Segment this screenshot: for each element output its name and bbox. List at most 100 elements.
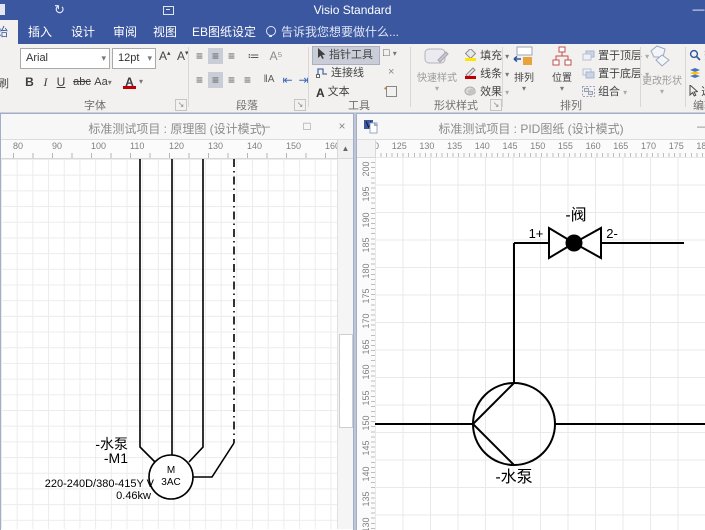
ruler-number: 90 (52, 141, 62, 151)
arrange-button[interactable]: 排列 ▾ (506, 46, 542, 93)
layers-button[interactable]: 图层 (689, 65, 705, 81)
change-shape-icon (649, 61, 675, 72)
ruler-number: 200 (361, 157, 371, 181)
pid-window-titlebar[interactable]: V 标准测试项目 : PID图纸 (设计模式) — (357, 114, 705, 140)
ruler-number: 190 (361, 208, 371, 232)
ribbon-divider (410, 47, 411, 107)
close-x-icon[interactable]: × (388, 66, 394, 78)
align-center-icon[interactable]: ≡ (208, 72, 223, 88)
font-color-dropdown[interactable]: ▾ (139, 77, 143, 86)
font-color-button[interactable]: A (122, 73, 137, 91)
connector-tool-button[interactable]: 连接线 (312, 65, 378, 82)
chevron-down-icon[interactable] (101, 49, 106, 68)
paragraph-group-label: 段落 (192, 97, 302, 113)
bullet-list-icon[interactable]: ≔ (246, 48, 261, 64)
vertical-scrollbar[interactable] (337, 159, 353, 529)
decrease-indent-icon[interactable]: ⇤ (280, 72, 295, 88)
ruler-number: 140 (475, 141, 490, 151)
pid-canvas[interactable]: -阀 1+ 2- -水泵 (375, 157, 705, 530)
motor-spec-line2[interactable]: 0.46kw (116, 490, 151, 502)
pid-window-title: 标准测试项目 : PID图纸 (设计模式) (357, 120, 705, 137)
change-shape-button[interactable]: 更改形状 ▾ (641, 45, 683, 96)
scrollbar-thumb[interactable] (339, 334, 353, 428)
ruler-number: 180 (696, 141, 705, 151)
motor-spec-line1[interactable]: 220-240D/380-415Y V (45, 478, 155, 490)
bold-button[interactable]: B (22, 73, 37, 91)
arrange-icon (513, 58, 535, 69)
ruler-number: 150 (361, 411, 371, 435)
scrollbar-up-button[interactable]: ▲ (337, 140, 353, 159)
window-minimize-button[interactable]: — (695, 118, 705, 135)
valve-port-right: 2- (606, 226, 618, 241)
rectangle-tool-dropdown[interactable]: □ ▾ (383, 47, 397, 59)
align-left-icon[interactable]: ≡ (192, 72, 207, 88)
ruler-number: 130 (208, 141, 223, 151)
tell-me-box[interactable]: 告诉我您想要做什么... (266, 20, 399, 44)
tab-home[interactable]: 开始 (0, 20, 18, 44)
strikethrough-button[interactable]: abc (71, 73, 93, 91)
effects-icon (464, 85, 477, 97)
ruler-corner (357, 140, 376, 158)
chevron-down-icon[interactable] (147, 49, 152, 68)
position-button[interactable]: 位置 ▾ (544, 46, 580, 93)
valve-symbol[interactable]: -阀 1+ 2- (529, 206, 618, 258)
app-minimize-button[interactable]: — (692, 2, 705, 18)
group-icon (582, 86, 595, 97)
ruler-number: 100 (91, 141, 106, 151)
font-dialog-launcher-icon[interactable]: ↘ (175, 99, 187, 111)
window-pid: V 标准测试项目 : PID图纸 (设计模式) — 12012513013514… (356, 113, 705, 530)
tab-eb-sheet-settings[interactable]: EB图纸设定 (186, 20, 262, 44)
align-bottom-icon[interactable]: ≡ (224, 48, 239, 64)
change-case-button[interactable]: Aa (94, 73, 112, 91)
pointer-tool-button[interactable]: 指针工具 (312, 46, 380, 65)
shrink-font-button[interactable]: A▾ (177, 49, 189, 63)
align-top-icon[interactable]: ≡ (192, 48, 207, 64)
ruler-number: 160 (361, 360, 371, 384)
tools-group-label: 工具 (310, 97, 408, 113)
grow-font-button[interactable]: A▴ (159, 49, 171, 63)
align-right-icon[interactable]: ≡ (224, 72, 239, 88)
wire-l3[interactable] (189, 159, 203, 462)
quick-styles-button[interactable]: 快速样式 ▾ (414, 46, 460, 93)
justify-icon[interactable]: ≡ (240, 72, 255, 88)
pump-label: -水泵 (495, 468, 532, 486)
tab-insert[interactable]: 插入 (18, 20, 62, 44)
motor-symbol[interactable]: M 3AC (149, 455, 193, 499)
font-size-combo[interactable]: 12pt (112, 48, 156, 69)
tab-review[interactable]: 审阅 (104, 20, 146, 44)
align-middle-icon[interactable]: ≡ (208, 48, 223, 64)
shape-styles-dialog-launcher-icon[interactable]: ↘ (490, 99, 502, 111)
ruler-number: 135 (447, 141, 462, 151)
tell-me-label: 告诉我您想要做什么... (281, 25, 399, 39)
ruler-number: 140 (247, 141, 262, 151)
underline-button[interactable]: U (54, 73, 68, 91)
wire-pe[interactable] (193, 159, 234, 477)
app-titlebar: ↻ Visio Standard — (0, 0, 705, 20)
pump-symbol[interactable]: -水泵 (473, 383, 555, 486)
ruler-number: 150 (530, 141, 545, 151)
ruler-number: 175 (669, 141, 684, 151)
valve-label: -阀 (565, 206, 586, 224)
window-maximize-button[interactable]: □ (299, 118, 315, 135)
paragraph-dialog-launcher-icon[interactable]: ↘ (294, 99, 306, 111)
autonumber-icon[interactable]: A⁵ (266, 48, 286, 64)
find-button[interactable]: 查找 (689, 47, 705, 63)
wire-l1[interactable] (140, 159, 155, 462)
tab-design[interactable]: 设计 (62, 20, 104, 44)
format-painter-button[interactable]: 格式刷 (0, 75, 9, 91)
drawing-canvas-icon[interactable]: • (386, 86, 397, 97)
italic-button[interactable]: I (39, 73, 52, 91)
font-family-combo[interactable]: Arial (20, 48, 110, 69)
pipe-lines[interactable] (375, 243, 705, 424)
schematic-window-titlebar[interactable]: 标准测试项目 : 原理图 (设计模式) — □ × (1, 114, 353, 140)
layers-icon (689, 67, 701, 79)
vertical-text-icon[interactable]: ‖A (260, 72, 278, 88)
tab-view[interactable]: 视图 (144, 20, 186, 44)
ruler-number: 155 (361, 386, 371, 410)
pid-drawing: -阀 1+ 2- -水泵 (375, 157, 705, 530)
window-minimize-button[interactable]: — (256, 118, 272, 135)
window-close-button[interactable]: × (334, 118, 350, 135)
motor-ref-label[interactable]: -M1 (104, 450, 128, 466)
schematic-canvas[interactable]: M 3AC -水泵 -M1 220-240D/380-415Y V 0.46kw (1, 159, 337, 529)
visio-application: ↻ Visio Standard — 开始 插入 设计 审阅 视图 EB图纸设定… (0, 0, 705, 530)
